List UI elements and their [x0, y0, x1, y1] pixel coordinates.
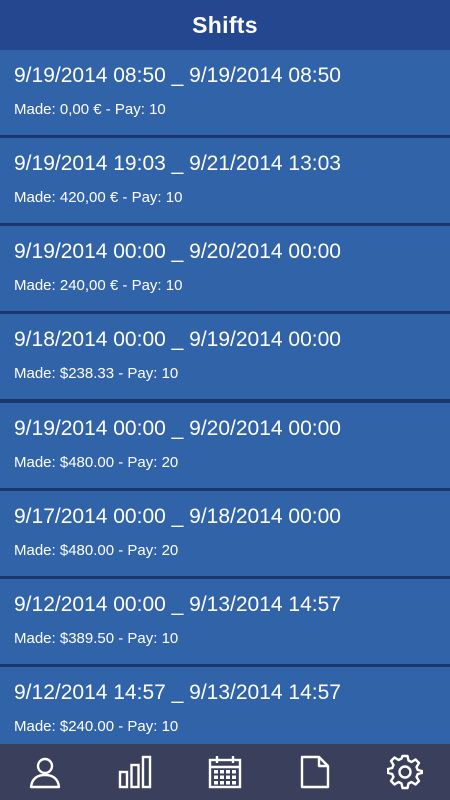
shift-row[interactable]: 9/18/2014 00:00 _ 9/19/2014 00:00 Made: …	[0, 314, 450, 399]
bottom-tab-bar	[0, 744, 450, 800]
shift-date-range: 9/18/2014 00:00 _ 9/19/2014 00:00	[14, 328, 341, 351]
tab-settings[interactable]	[360, 744, 450, 800]
document-icon	[300, 755, 330, 789]
tab-reports[interactable]	[270, 744, 360, 800]
shift-earnings: Made: 420,00 € - Pay: 10	[14, 189, 183, 206]
calendar-icon	[208, 756, 242, 789]
shift-row[interactable]: 9/17/2014 00:00 _ 9/18/2014 00:00 Made: …	[0, 491, 450, 576]
shift-date-range: 9/17/2014 00:00 _ 9/18/2014 00:00	[14, 505, 341, 528]
shift-earnings: Made: $480.00 - Pay: 20	[14, 454, 179, 471]
tab-statistics[interactable]	[90, 744, 180, 800]
shift-date-range: 9/19/2014 08:50 _ 9/19/2014 08:50	[14, 64, 341, 87]
person-icon	[29, 757, 61, 789]
tab-profile[interactable]	[0, 744, 90, 800]
shift-earnings: Made: $389.50 - Pay: 10	[14, 630, 179, 647]
shift-row[interactable]: 9/19/2014 00:00 _ 9/20/2014 00:00 Made: …	[0, 403, 450, 488]
shift-row[interactable]: 9/19/2014 08:50 _ 9/19/2014 08:50 Made: …	[0, 50, 450, 135]
shift-earnings: Made: 0,00 € - Pay: 10	[14, 101, 166, 118]
shift-date-range: 9/12/2014 14:57 _ 9/13/2014 14:57	[14, 681, 341, 704]
shift-earnings: Made: 240,00 € - Pay: 10	[14, 277, 183, 294]
app-header: Shifts	[0, 0, 450, 50]
shift-row[interactable]: 9/12/2014 00:00 _ 9/13/2014 14:57 Made: …	[0, 579, 450, 664]
shift-earnings: Made: $480.00 - Pay: 20	[14, 542, 179, 559]
gear-icon	[387, 754, 423, 790]
shift-earnings: Made: $240.00 - Pay: 10	[14, 718, 179, 735]
bar-chart-icon	[118, 755, 152, 789]
shift-row[interactable]: 9/19/2014 19:03 _ 9/21/2014 13:03 Made: …	[0, 138, 450, 223]
shift-list[interactable]: 9/19/2014 08:50 _ 9/19/2014 08:50 Made: …	[0, 50, 450, 744]
shift-earnings: Made: $238.33 - Pay: 10	[14, 365, 179, 382]
shift-row[interactable]: 9/12/2014 14:57 _ 9/13/2014 14:57 Made: …	[0, 667, 450, 744]
shift-date-range: 9/12/2014 00:00 _ 9/13/2014 14:57	[14, 593, 341, 616]
page-title: Shifts	[192, 11, 258, 38]
shift-date-range: 9/19/2014 00:00 _ 9/20/2014 00:00	[14, 417, 341, 440]
tab-calendar[interactable]	[180, 744, 270, 800]
shift-row[interactable]: 9/19/2014 00:00 _ 9/20/2014 00:00 Made: …	[0, 226, 450, 311]
shift-date-range: 9/19/2014 19:03 _ 9/21/2014 13:03	[14, 152, 341, 175]
shift-date-range: 9/19/2014 00:00 _ 9/20/2014 00:00	[14, 240, 341, 263]
